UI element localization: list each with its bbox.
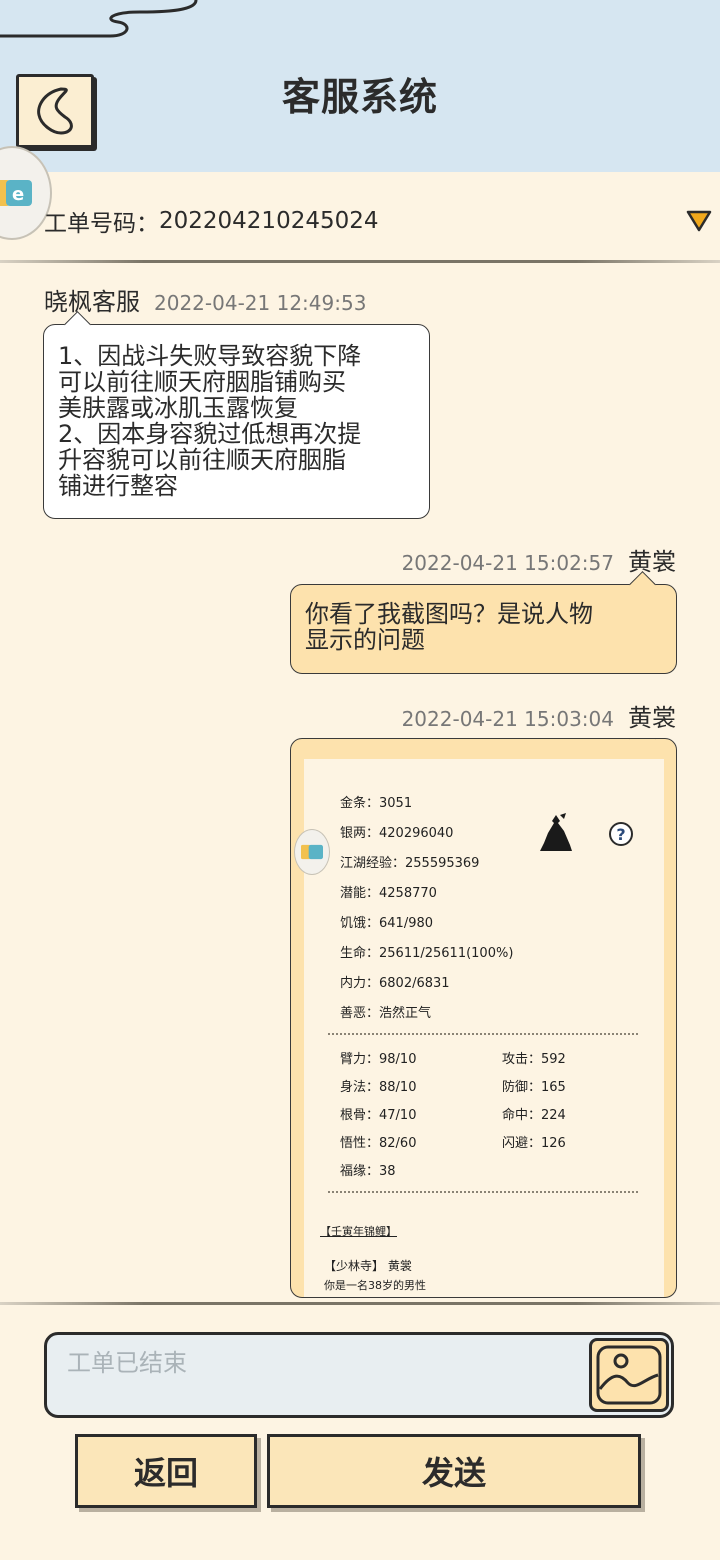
attr-luck: 福缘：38 <box>340 1164 396 1179</box>
attr-defense: 防御：165 <box>502 1080 566 1095</box>
attr-dodge: 闪避：126 <box>502 1136 566 1151</box>
attr-comprehension: 悟性：82/60 <box>340 1136 417 1151</box>
dropdown-triangle-icon[interactable] <box>686 210 712 232</box>
attr-hit: 命中：224 <box>502 1108 566 1123</box>
message-line: 铺进行整容 <box>58 472 178 500</box>
dotted-divider <box>328 1033 638 1035</box>
stat-potential: 潜能：4258770 <box>340 886 437 901</box>
message-line: 显示的问题 <box>305 626 425 654</box>
message-header: 2022-04-21 15:03:04 黄裳 <box>402 698 676 733</box>
character-bio: 你是一名38岁的男性 <box>324 1279 426 1292</box>
message-line: 可以前往顺天府胭脂铺购买 <box>58 368 346 396</box>
user-message-bubble: 你看了我截图吗？是说人物 显示的问题 <box>290 584 677 674</box>
send-image-button[interactable] <box>589 1338 669 1412</box>
header-bar: 客服系统 <box>0 0 720 172</box>
help-question-icon: ? <box>609 822 633 846</box>
cs-message-bubble: 1、因战斗失败导致容貌下降 可以前往顺天府胭脂铺购买 美肤露或冰肌玉露恢复 2、… <box>43 324 430 519</box>
dotted-divider <box>328 1191 638 1193</box>
stat-life: 生命：25611/25611(100%) <box>340 946 514 961</box>
screenshot-image[interactable]: 金条：3051 银两：420296040 江湖经验：255595369 潜能：4… <box>294 759 664 1297</box>
character-figure-icon <box>540 813 572 851</box>
image-icon <box>596 1345 662 1405</box>
message-line: 1、因战斗失败导致容貌下降 <box>58 342 362 370</box>
message-input-box[interactable] <box>44 1332 674 1418</box>
message-line: 你看了我截图吗？是说人物 <box>305 600 593 628</box>
sender-name: 黄裳 <box>628 704 676 732</box>
divider <box>0 1302 720 1305</box>
cloud-decoration-icon <box>0 0 198 38</box>
stat-silver: 银两：420296040 <box>340 826 454 841</box>
svg-text:e: e <box>12 184 24 205</box>
ticket-label: 工单号码： <box>44 211 159 237</box>
attr-agility: 身法：88/10 <box>340 1080 417 1095</box>
message-header: 2022-04-21 15:02:57 黄裳 <box>402 542 676 577</box>
svg-text:?: ? <box>616 825 625 844</box>
title-tag: 【壬寅年锦鲤】 <box>320 1225 397 1238</box>
divider <box>0 260 720 263</box>
return-button[interactable]: 返回 <box>75 1434 257 1508</box>
stat-inner-force: 内力：6802/6831 <box>340 976 450 991</box>
user-image-bubble[interactable]: 金条：3051 银两：420296040 江湖经验：255595369 潜能：4… <box>290 738 677 1298</box>
message-time: 2022-04-21 15:02:57 <box>401 551 614 575</box>
message-time: 2022-04-21 12:49:53 <box>154 291 367 315</box>
stat-experience: 江湖经验：255595369 <box>340 856 480 871</box>
message-line: 美肤露或冰肌玉露恢复 <box>58 394 298 422</box>
page-title: 客服系统 <box>281 75 438 119</box>
attr-constitution: 根骨：47/10 <box>340 1108 417 1123</box>
message-line: 2、因本身容貌过低想再次提 <box>58 420 362 448</box>
message-time: 2022-04-21 15:03:04 <box>401 707 614 731</box>
attr-attack: 攻击：592 <box>502 1052 566 1067</box>
stat-morality: 善恶：浩然正气 <box>340 1006 432 1021</box>
ticket-number: 202204210245024 <box>159 208 379 234</box>
message-header: 晓枫客服 2022-04-21 12:49:53 <box>44 282 366 317</box>
floating-assistant-logo-icon <box>294 829 330 875</box>
stat-hunger: 饥饿：641/980 <box>340 916 434 931</box>
sender-name: 晓枫客服 <box>44 288 140 316</box>
ticket-number-row: 工单号码： 202204210245024 <box>44 204 684 238</box>
send-button[interactable]: 发送 <box>267 1434 641 1508</box>
stat-gold: 金条：3051 <box>340 796 413 811</box>
message-line: 升容貌可以前往顺天府胭脂 <box>58 446 346 474</box>
sender-name: 黄裳 <box>628 548 676 576</box>
message-input[interactable] <box>57 1343 597 1409</box>
attr-strength: 臂力：98/10 <box>340 1052 417 1067</box>
